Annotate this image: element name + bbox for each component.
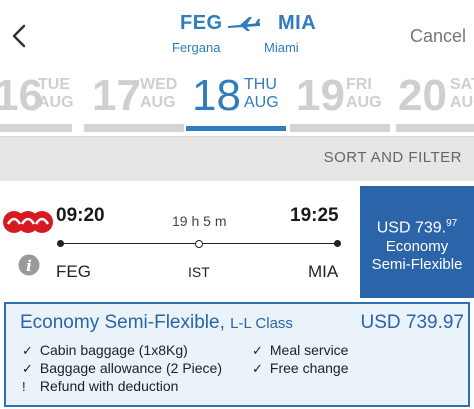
destination-code: MIA (278, 12, 317, 34)
date-weekday: WED (140, 76, 178, 93)
fare-details-title: Economy Semi-Flexible, L-L Class (20, 312, 293, 334)
feature-cabin-baggage: ✓ Cabin baggage (1x8Kg) (22, 342, 188, 359)
date-underline (396, 124, 474, 132)
feature-refund: ! Refund with deduction (22, 378, 178, 394)
arrival-time: 19:25 (290, 205, 339, 226)
fare-name-line1: Economy (385, 238, 449, 255)
feature-text: Baggage allowance (2 Piece) (39, 360, 223, 376)
origin-code: FEG (180, 12, 223, 34)
stop-dot (195, 240, 203, 248)
date-weekday: TUE (38, 76, 70, 93)
sort-filter-button[interactable]: SORT AND FILTER (324, 149, 462, 166)
date-month: AUG (38, 94, 74, 111)
feature-baggage-allowance: ✓ Baggage allowance (2 Piece) (22, 360, 222, 377)
date-month: AUG (244, 94, 279, 111)
feature-text: Cabin baggage (1x8Kg) (39, 342, 188, 358)
fare-title: Economy Semi-Flexible, (20, 312, 225, 333)
date-weekday: SAT (450, 76, 474, 93)
fare-details-price: USD 739.97 (360, 312, 464, 333)
origin-dot (57, 240, 64, 247)
fare-class: L-L Class (230, 315, 293, 332)
feature-free-change: ✓ Free change (252, 360, 349, 377)
flight-duration: 19 h 5 m (172, 213, 227, 229)
date-underline (84, 124, 184, 132)
airline-logo-icon (3, 211, 53, 233)
check-icon: ✓ (252, 343, 263, 358)
date-weekday: FRI (346, 76, 372, 93)
date-day: 19 (296, 71, 345, 120)
check-icon: ✓ (22, 343, 33, 358)
feature-text: Refund with deduction (39, 378, 179, 394)
feature-text: Free change (269, 360, 349, 376)
origin-city: Fergana (172, 40, 221, 55)
date-month: AUG (346, 94, 382, 111)
date-weekday: THU (244, 76, 277, 93)
fare-details-panel[interactable]: Economy Semi-Flexible, L-L Class USD 739… (4, 302, 470, 407)
price-cents: 97 (446, 218, 458, 229)
date-underline (0, 124, 72, 132)
stop-airport: IST (188, 264, 210, 280)
date-underline (290, 124, 390, 132)
date-day: 18 (192, 71, 241, 120)
check-icon: ✓ (252, 361, 263, 376)
price-main: USD 739. (376, 219, 447, 237)
date-month: AUG (450, 94, 474, 111)
destination-airport: MIA (308, 262, 339, 281)
departure-time: 09:20 (56, 205, 105, 226)
date-day: 16 (0, 71, 43, 120)
feature-meal-service: ✓ Meal service (252, 342, 348, 359)
svg-text:i: i (26, 257, 32, 275)
destination-dot (334, 240, 341, 247)
back-chevron-icon[interactable] (10, 22, 32, 50)
sort-filter-bar: SORT AND FILTER (0, 136, 474, 181)
destination-city: Miami (264, 40, 299, 55)
origin-airport: FEG (56, 262, 91, 281)
cancel-button[interactable]: Cancel (410, 26, 466, 47)
airplane-icon (228, 17, 260, 31)
header: FEG MIA Fergana Miami Cancel (0, 0, 474, 70)
info-icon[interactable]: i (18, 254, 40, 276)
date-underline-selected (186, 126, 286, 131)
date-day: 17 (92, 71, 141, 120)
check-icon: ✓ (22, 361, 33, 376)
exclamation-icon: ! (22, 379, 26, 394)
fare-price: USD 739.97 (360, 218, 474, 237)
date-day: 20 (398, 71, 447, 120)
feature-text: Meal service (269, 342, 349, 358)
date-month: AUG (140, 94, 176, 111)
fare-price-button[interactable]: USD 739.97 Economy Semi-Flexible (360, 186, 474, 298)
fare-name-line2: Semi-Flexible (371, 256, 463, 273)
